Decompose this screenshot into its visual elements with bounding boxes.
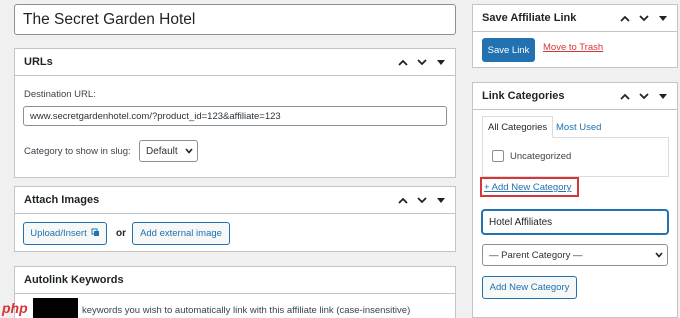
parent-category-value: — Parent Category — [489, 249, 583, 261]
add-external-image-button[interactable]: Add external image [132, 222, 230, 245]
chevron-up-icon[interactable] [617, 88, 633, 104]
tab-all-categories[interactable]: All Categories [482, 116, 554, 138]
add-new-category-button[interactable]: Add New Category [482, 276, 577, 299]
category-list-panel: Uncategorized [482, 137, 669, 177]
add-external-image-label: Add external image [140, 228, 222, 239]
new-category-input[interactable]: Hotel Affiliates [482, 210, 668, 234]
slug-category-select[interactable]: Default [139, 140, 198, 162]
destination-url-label: Destination URL: [24, 89, 96, 100]
chevron-up-icon[interactable] [395, 54, 411, 70]
attach-images-box: Attach Images Upload/Insert or Add exter… [14, 186, 456, 252]
slug-category-value: Default [146, 145, 178, 157]
tab-most-used-label: Most Used [556, 121, 602, 133]
attach-images-title: Attach Images [24, 194, 100, 206]
chevron-down-icon[interactable] [414, 54, 430, 70]
tab-most-used[interactable]: Most Used [551, 116, 606, 138]
add-new-category-link[interactable]: + Add New Category [484, 182, 571, 193]
link-categories-box: Link Categories All Categories Most Used… [472, 82, 678, 318]
caret-down-icon[interactable] [655, 88, 671, 104]
category-checkbox[interactable] [492, 150, 504, 162]
move-to-trash-link[interactable]: Move to Trash [543, 42, 603, 53]
save-link-label: Save Link [487, 44, 530, 56]
new-category-value: Hotel Affiliates [489, 216, 553, 228]
destination-url-value: www.secretgardenhotel.com/?product_id=12… [30, 110, 281, 122]
attach-images-header: Attach Images [15, 187, 455, 214]
link-categories-header: Link Categories [473, 83, 677, 110]
save-affiliate-link-box: Save Affiliate Link Save Link Move to Tr… [472, 4, 678, 68]
watermark-text: php [2, 300, 28, 316]
media-icon [91, 228, 100, 240]
autolink-keywords-header: Autolink Keywords [15, 267, 455, 294]
upload-insert-label: Upload/Insert [30, 228, 87, 239]
watermark-block [32, 298, 78, 318]
autolink-description: keywords you wish to automatically link … [82, 305, 411, 316]
chevron-down-icon[interactable] [636, 10, 652, 26]
select-chevron-icon [651, 250, 663, 261]
slug-category-label: Category to show in slug: [24, 146, 131, 157]
destination-url-input[interactable]: www.secretgardenhotel.com/?product_id=12… [23, 106, 447, 126]
watermark-logo: php [0, 298, 90, 318]
or-text: or [116, 228, 126, 239]
parent-category-select[interactable]: — Parent Category — [482, 244, 668, 266]
save-box-title: Save Affiliate Link [482, 12, 577, 24]
urls-box-title: URLs [24, 56, 53, 68]
link-categories-title: Link Categories [482, 90, 565, 102]
upload-insert-button[interactable]: Upload/Insert [23, 222, 107, 245]
post-title-input[interactable]: The Secret Garden Hotel [14, 4, 456, 35]
caret-down-icon[interactable] [655, 10, 671, 26]
autolink-keywords-title: Autolink Keywords [24, 274, 124, 286]
category-item-label: Uncategorized [510, 151, 572, 162]
chevron-up-icon[interactable] [617, 10, 633, 26]
tab-all-categories-label: All Categories [488, 121, 548, 133]
chevron-up-icon[interactable] [395, 192, 411, 208]
save-link-button[interactable]: Save Link [482, 38, 535, 62]
urls-box-header: URLs [15, 49, 455, 76]
select-chevron-icon [181, 146, 193, 157]
urls-box: URLs Destination URL: www.secretgardenho… [14, 48, 456, 178]
save-box-header: Save Affiliate Link [473, 5, 677, 32]
chevron-down-icon[interactable] [636, 88, 652, 104]
caret-down-icon[interactable] [433, 192, 449, 208]
add-new-category-button-label: Add New Category [489, 282, 570, 293]
chevron-down-icon[interactable] [414, 192, 430, 208]
caret-down-icon[interactable] [433, 54, 449, 70]
post-title-text: The Secret Garden Hotel [23, 10, 196, 28]
